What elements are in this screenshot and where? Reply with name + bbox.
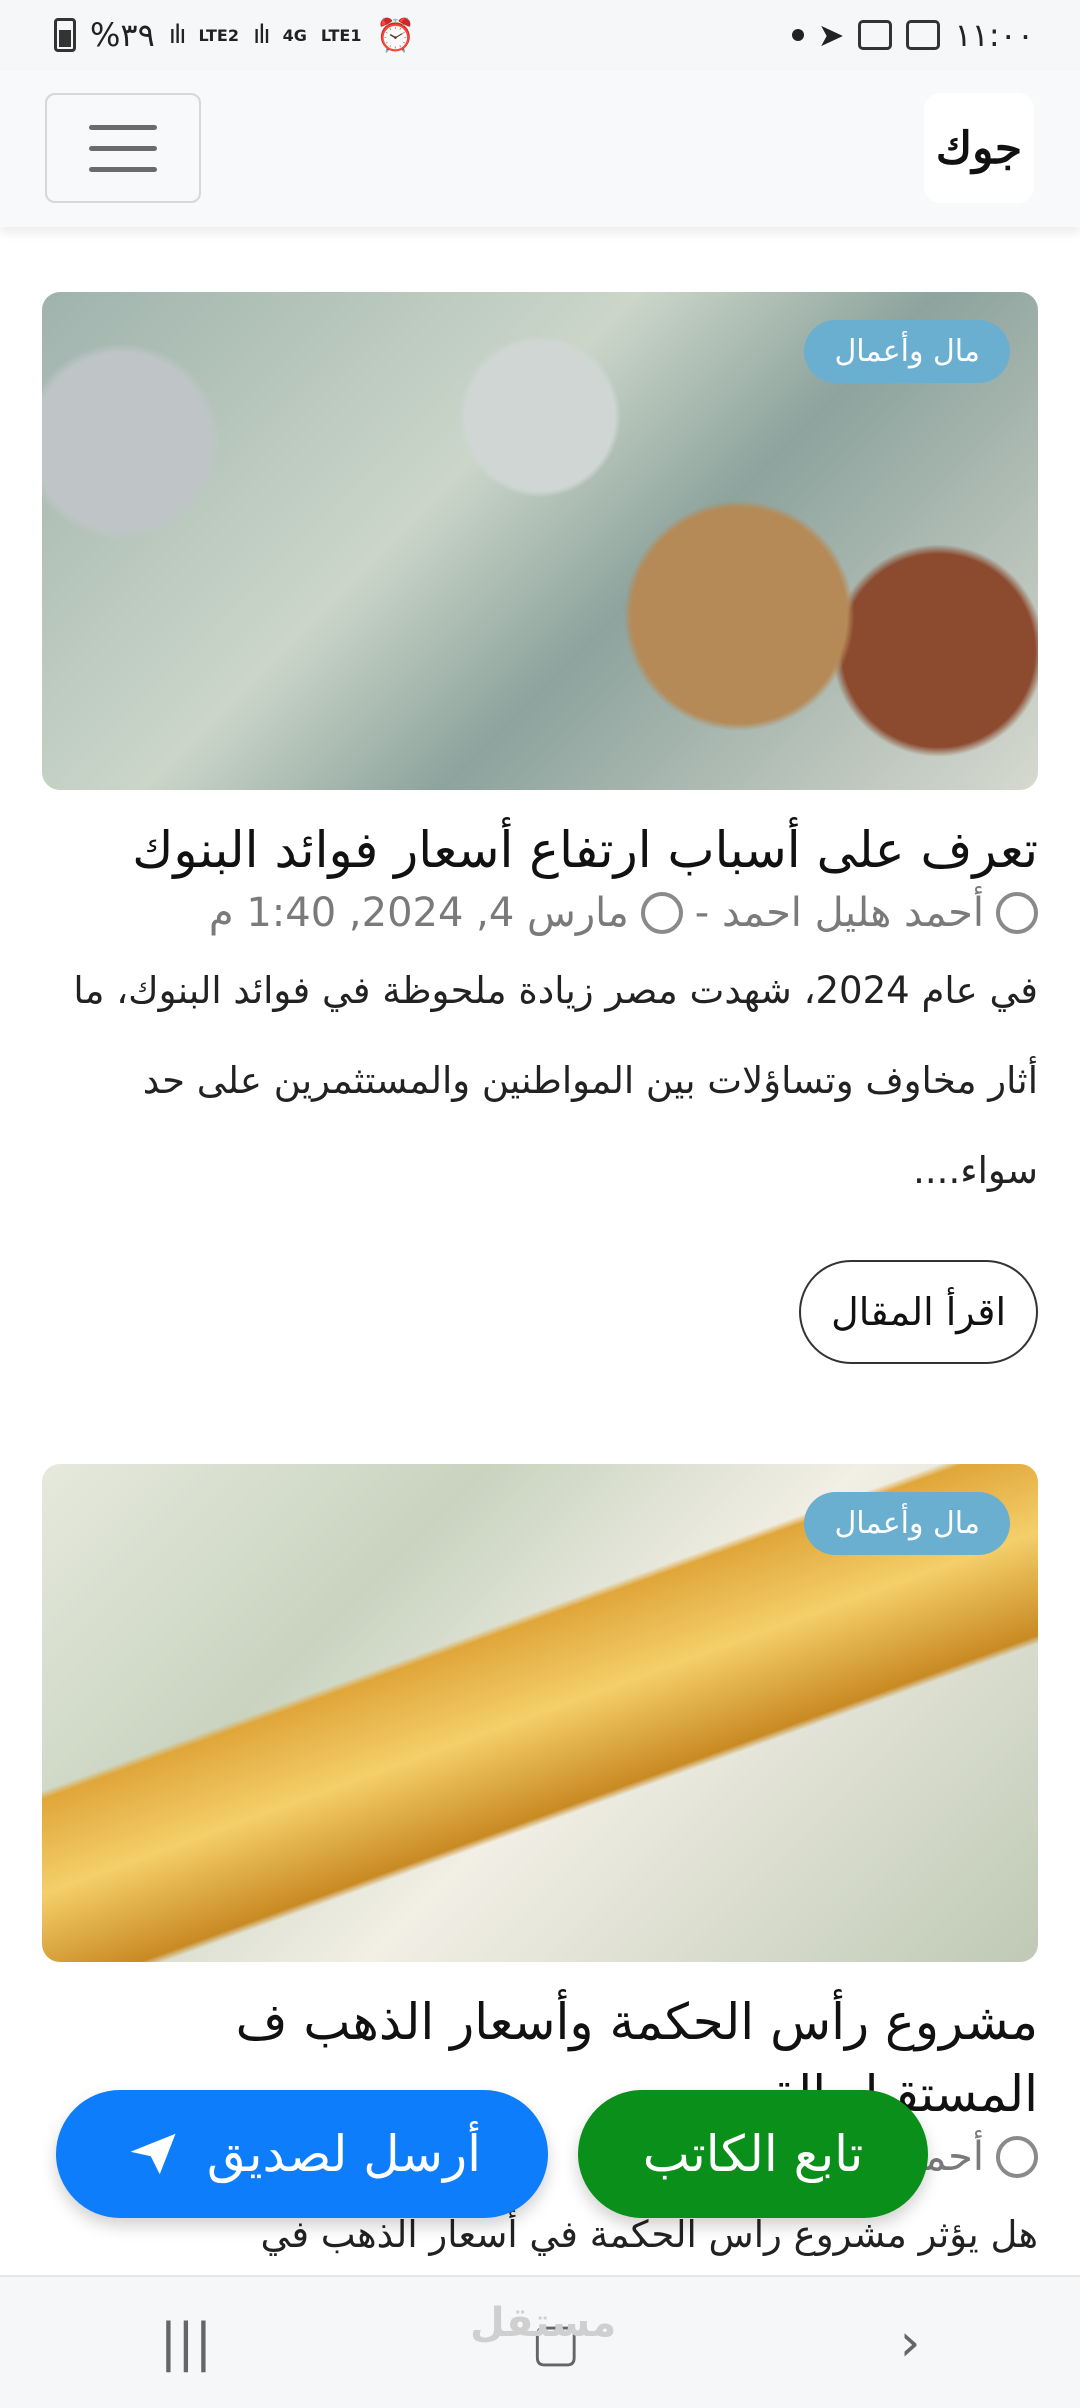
site-logo[interactable]: جوك bbox=[924, 93, 1034, 203]
user-icon bbox=[996, 892, 1038, 934]
article-image[interactable]: مال وأعمال bbox=[42, 292, 1038, 790]
article-excerpt: في عام 2024، شهدت مصر زيادة ملحوظة في فو… bbox=[73, 969, 1038, 1192]
back-icon[interactable]: › bbox=[900, 2313, 921, 2373]
follow-author-button[interactable]: تابع الكاتب bbox=[578, 2090, 928, 2218]
notification-dot-icon bbox=[791, 29, 804, 41]
follow-author-label: تابع الكاتب bbox=[642, 2125, 864, 2183]
alarm-icon: ⏰ bbox=[375, 16, 416, 54]
watermark: مستقل bbox=[470, 2300, 617, 2346]
signal-icon: ılı bbox=[252, 20, 271, 50]
article-title[interactable]: تعرف على أسباب ارتفاع أسعار فوائد البنوك bbox=[42, 814, 1038, 886]
hamburger-menu-button[interactable] bbox=[45, 93, 201, 203]
status-bar: %٣٩ ılı LTE2 ılı 4G LTE1 ⏰ ➤ ١١:٠٠ bbox=[0, 0, 1080, 70]
hamburger-icon bbox=[89, 166, 157, 172]
clock-icon bbox=[640, 892, 683, 934]
author-name[interactable]: أحمد هليل احمد - bbox=[695, 890, 984, 936]
clock-time: ١١:٠٠ bbox=[954, 16, 1034, 54]
status-left: %٣٩ ılı LTE2 ılı 4G LTE1 ⏰ bbox=[54, 16, 415, 54]
category-badge[interactable]: مال وأعمال bbox=[804, 1492, 1010, 1555]
site-header: جوك bbox=[0, 70, 1080, 227]
status-right: ➤ ١١:٠٠ bbox=[791, 16, 1034, 54]
hamburger-icon bbox=[89, 124, 157, 130]
article-image[interactable]: مال وأعمال bbox=[42, 1464, 1038, 1962]
article-date: مارس 4, 2024, 1:40 م bbox=[208, 890, 629, 936]
sim1-label: LTE1 bbox=[320, 25, 362, 45]
network-label: 4G bbox=[282, 25, 307, 45]
signal-icon: ılı bbox=[168, 20, 187, 50]
read-more-button[interactable]: اقرأ المقال bbox=[799, 1260, 1038, 1364]
telegram-icon: ➤ bbox=[817, 16, 845, 54]
hamburger-icon bbox=[89, 145, 157, 151]
send-to-friend-label: أرسل لصديق bbox=[206, 2125, 482, 2183]
article-meta: أحمد هليل احمد - مارس 4, 2024, 1:40 م bbox=[42, 890, 1038, 936]
gallery-icon bbox=[906, 20, 941, 50]
send-to-friend-button[interactable]: أرسل لصديق bbox=[56, 2090, 548, 2218]
article-card: مال وأعمال تعرف على أسباب ارتفاع أسعار ف… bbox=[42, 292, 1038, 1364]
battery-icon bbox=[54, 18, 76, 52]
recents-icon[interactable]: ||| bbox=[160, 2313, 213, 2373]
media-icon bbox=[858, 20, 893, 50]
paper-plane-icon bbox=[130, 2133, 176, 2175]
category-badge[interactable]: مال وأعمال bbox=[804, 320, 1010, 383]
sim2-label: LTE2 bbox=[198, 25, 239, 45]
battery-level: %٣٩ bbox=[90, 16, 155, 54]
user-icon bbox=[996, 2136, 1038, 2178]
